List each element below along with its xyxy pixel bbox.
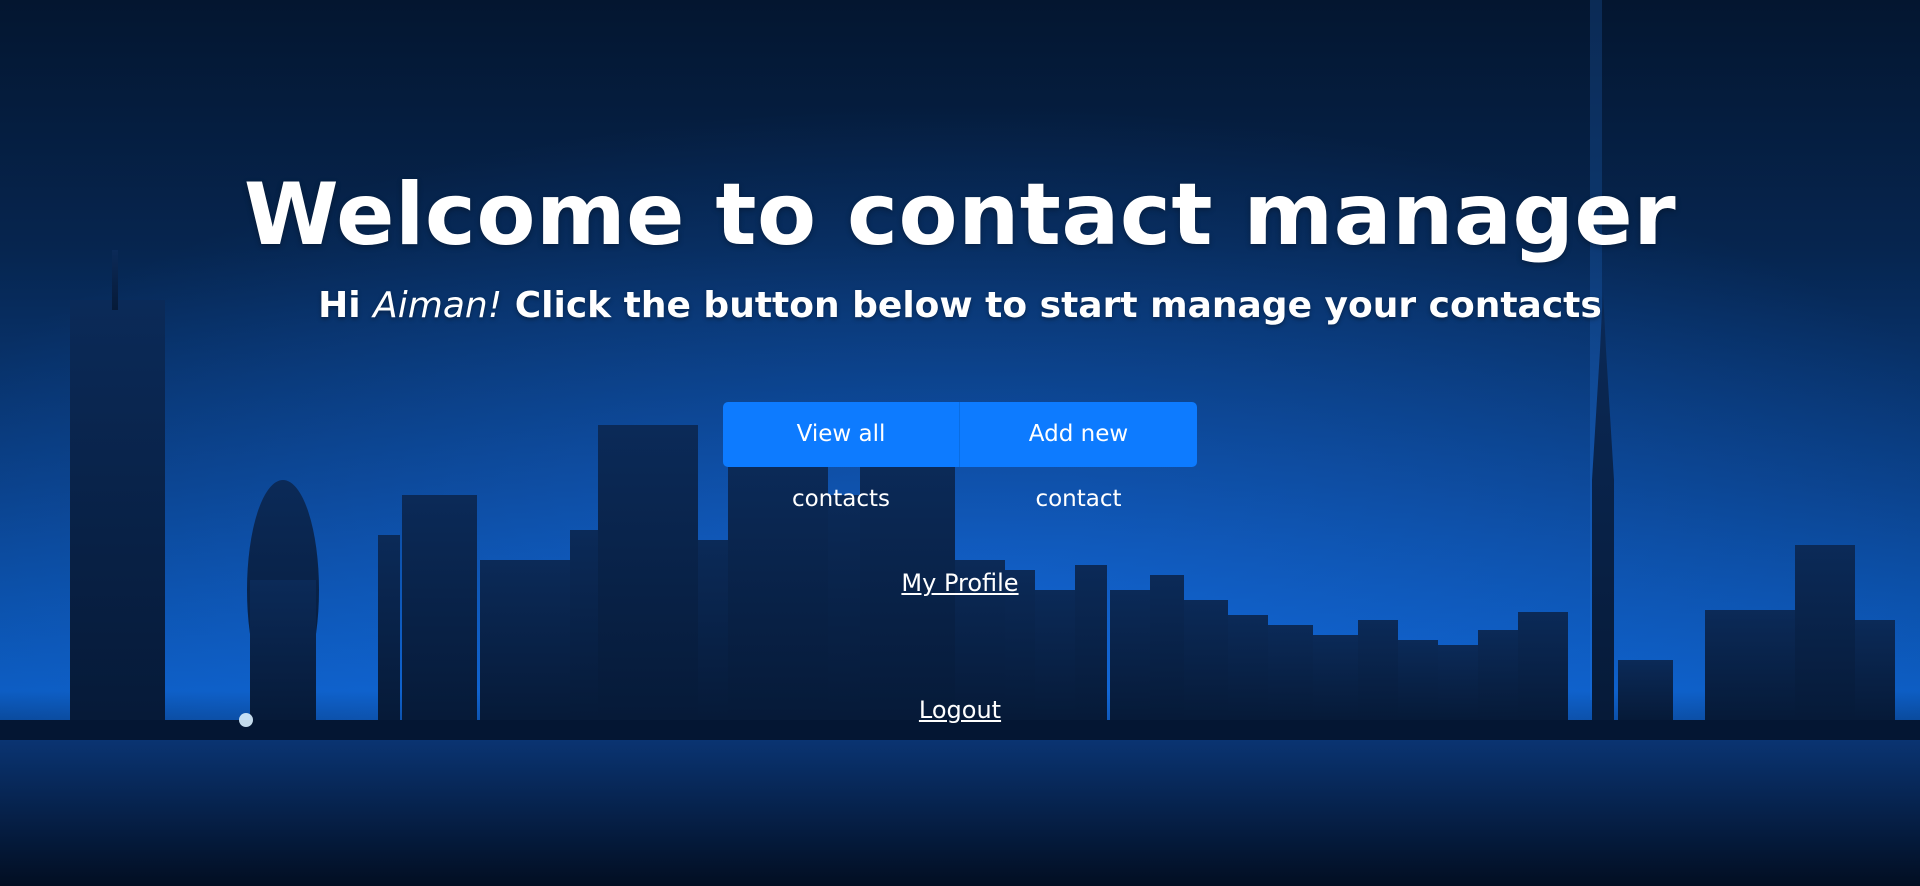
greeting-prefix: Hi	[318, 285, 374, 326]
contact-actions-group: View all contacts Add new contact	[723, 402, 1197, 512]
logout-link-container: Logout	[0, 694, 1920, 726]
logout-link[interactable]: Logout	[919, 696, 1001, 724]
view-all-contacts-button[interactable]: View all contacts	[723, 402, 959, 512]
profile-link-container: My Profile	[0, 567, 1920, 599]
page-title: Welcome to contact manager	[243, 165, 1677, 265]
add-new-contact-button[interactable]: Add new contact	[959, 402, 1197, 512]
my-profile-link[interactable]: My Profile	[901, 569, 1018, 597]
greeting-suffix: Click the button below to start manage y…	[502, 285, 1602, 326]
landing-page: Welcome to contact manager Hi Aiman! Cli…	[0, 0, 1920, 886]
greeting-subtitle: Hi Aiman! Click the button below to star…	[0, 282, 1920, 330]
user-name: Aiman!	[373, 285, 503, 326]
